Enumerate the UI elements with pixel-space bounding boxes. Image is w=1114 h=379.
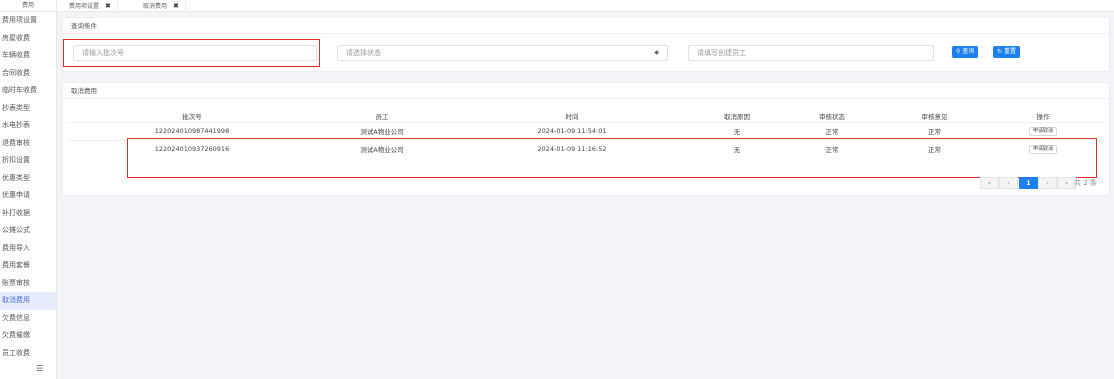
dropdown-arrow-icon: ◆ (654, 49, 659, 56)
status-select-placeholder: 请选择状态 (346, 49, 381, 57)
query-button-label: 查询 (962, 48, 975, 55)
reason-cell: 无 (697, 139, 777, 158)
column-header: 审核意见 (921, 113, 948, 122)
time-cell: 2024-01-09 11:16:52 (447, 139, 697, 158)
reset-button[interactable]: ↻ 重置 (993, 46, 1020, 58)
page-1-button[interactable]: 1 (1019, 177, 1038, 189)
sidebar-item[interactable]: 临时车收费 (0, 82, 56, 100)
sidebar-item[interactable]: 欠费信息 (0, 310, 56, 328)
tab-bar: 费用项设置 ✖ 取消费用 ✖ (57, 0, 1114, 12)
sidebar-item[interactable]: 补打收据 (0, 205, 56, 223)
total-count: 共 2 条 (1074, 179, 1097, 187)
sidebar-item[interactable]: 账票审核 (0, 275, 56, 293)
cancel-fee-table: 批次号 员工 时间 取消原因 审核状态 审核意见 操作 122024010987… (67, 111, 1104, 158)
sidebar-item[interactable]: 员工收费 (0, 345, 56, 363)
staff-cell: 测试A物业公司 (317, 139, 447, 158)
sidebar-item[interactable]: 费用项设置 (0, 12, 56, 30)
close-icon[interactable]: ✖ (105, 2, 111, 10)
tab-label: 费用项设置 (69, 3, 100, 10)
first-page-button[interactable]: « (980, 177, 999, 189)
query-panel-title: 查询条件 (63, 18, 1109, 34)
time-cell: 2024-01-09 11:54:01 (447, 121, 697, 140)
sidebar-item[interactable]: 折扣设置 (0, 152, 56, 170)
opinion-cell: 正常 (887, 139, 982, 158)
list-panel-title: 取消费用 (63, 83, 1109, 99)
batch-number-cell: 122024010937260916 (67, 139, 317, 158)
tab-fee-item-settings[interactable]: 费用项设置 ✖ (63, 0, 118, 12)
sidebar: 费用 费用项设置 房屋收费 车辆收费 合同收费 临时车收费 抄表类型 水电抄表 退费审核 折扣设… (0, 0, 57, 379)
sidebar-item[interactable]: 优惠申请 (0, 187, 56, 205)
column-header: 时间 (565, 113, 579, 122)
table-row: 122024010987441998 测试A物业公司 2024-01-09 11… (67, 121, 1104, 140)
sidebar-item[interactable]: 房屋收费 (0, 30, 56, 48)
column-header: 员工 (375, 113, 389, 122)
status-select[interactable]: 请选择状态 ◆ (337, 45, 668, 61)
menu-icon[interactable]: ☰ (36, 364, 43, 373)
batch-number-cell: 122024010987441998 (67, 121, 317, 140)
prev-page-button[interactable]: ‹ (999, 177, 1018, 189)
sidebar-menu: 费用项设置 房屋收费 车辆收费 合同收费 临时车收费 抄表类型 水电抄表 退费审核 折扣设置 优惠… (0, 12, 56, 362)
column-header: 审核状态 (819, 113, 845, 122)
sidebar-header: 费用 (0, 0, 56, 12)
opinion-cell: 正常 (887, 121, 982, 140)
table-row: 122024010937260916 测试A物业公司 2024-01-09 11… (67, 139, 1104, 158)
sidebar-item[interactable]: 优惠类型 (0, 170, 56, 188)
sidebar-item[interactable]: 水电抄表 (0, 117, 56, 135)
sidebar-item[interactable]: 公摊公式 (0, 222, 56, 240)
column-header: 操作 (1036, 113, 1050, 122)
sidebar-item[interactable]: 退费审核 (0, 135, 56, 153)
column-header: 批次号 (182, 113, 202, 122)
sidebar-item[interactable]: 费用导入 (0, 240, 56, 258)
staff-cell: 测试A物业公司 (317, 121, 447, 140)
sidebar-item[interactable]: 合同收费 (0, 65, 56, 83)
refresh-icon: ↻ (997, 48, 1003, 55)
query-button[interactable]: ⚲ 查询 (952, 46, 979, 58)
tab-label: 取消费用 (143, 3, 168, 10)
sidebar-item[interactable]: 费用套餐 (0, 257, 56, 275)
sidebar-item[interactable]: 车辆收费 (0, 47, 56, 65)
sidebar-item[interactable]: 取消费用 (0, 292, 56, 310)
sidebar-item[interactable]: 抄表类型 (0, 100, 56, 118)
status-cell: 正常 (777, 121, 887, 140)
apply-cancel-button[interactable]: 申请取消 (1028, 127, 1057, 136)
search-icon: ⚲ (956, 48, 961, 55)
action-cell: 申请取消 (982, 139, 1104, 158)
reset-button-label: 重置 (1003, 48, 1016, 55)
status-cell: 正常 (777, 139, 887, 158)
tab-cancel-fee[interactable]: 取消费用 ✖ (137, 0, 186, 12)
staff-input[interactable]: 请填写创建员工 (688, 45, 934, 61)
next-page-button[interactable]: › (1038, 177, 1057, 189)
apply-cancel-button[interactable]: 申请取消 (1028, 145, 1057, 155)
reason-cell: 无 (697, 121, 777, 140)
sidebar-item[interactable]: 欠费催缴 (0, 327, 56, 345)
column-header: 取消原因 (724, 113, 750, 122)
action-cell: 申请取消 (982, 121, 1104, 140)
batch-number-input[interactable]: 请输入批次号 (73, 45, 317, 61)
close-icon[interactable]: ✖ (173, 2, 179, 10)
table-header-row: 批次号 员工 时间 取消原因 审核状态 审核意见 操作 (67, 111, 1104, 122)
